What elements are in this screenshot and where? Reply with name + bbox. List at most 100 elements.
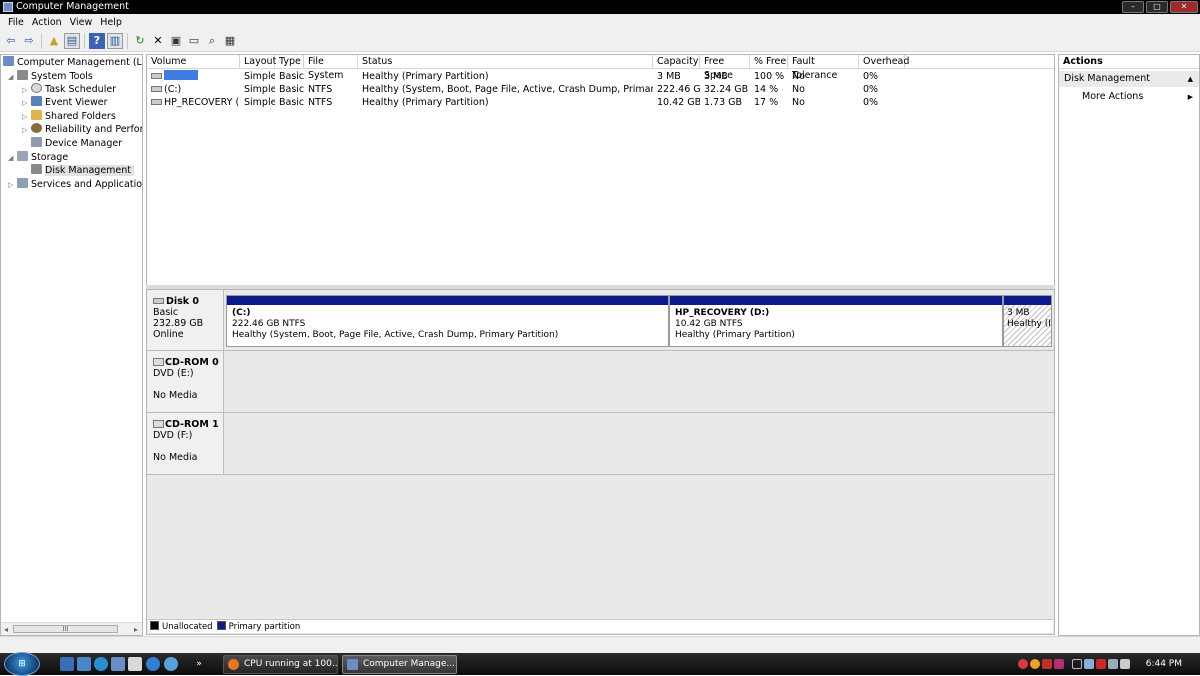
column-free-space[interactable]: Free Space (700, 55, 750, 81)
legend-primary: Primary partition (216, 621, 300, 632)
back-icon[interactable]: ⇦ (3, 33, 19, 49)
table-row[interactable]: HP_RECOVERY (D:) Simple Basic NTFS Healt… (147, 96, 1054, 109)
computer-quicklaunch-icon[interactable] (111, 657, 125, 671)
volume-icon[interactable] (1119, 659, 1130, 669)
open-icon[interactable]: ▭ (186, 33, 202, 49)
column-overhead[interactable]: Overhead (859, 55, 909, 69)
properties-icon[interactable]: ▣ (168, 33, 184, 49)
window-title: Computer Management (16, 1, 129, 12)
tray-app-icon[interactable] (1053, 659, 1064, 669)
show-hide-tree-icon[interactable]: ▤ (64, 32, 80, 49)
collapse-arrow-icon[interactable]: ◢ (8, 71, 17, 84)
menu-file[interactable]: File (4, 17, 28, 28)
clock[interactable]: 6:44 PM (1146, 659, 1182, 669)
delete-icon[interactable]: ✕ (150, 33, 166, 49)
computer-management-icon (3, 2, 13, 12)
disk-0-label[interactable]: Disk 0 Basic 232.89 GB Online (147, 290, 224, 350)
scroll-right-icon[interactable]: ▸ (134, 623, 138, 635)
computer-management-icon (347, 659, 358, 670)
status-bar (0, 636, 1200, 653)
help-icon[interactable]: ? (89, 32, 105, 49)
tree-event-viewer[interactable]: ▷ Event Viewer (22, 96, 108, 109)
search-icon[interactable]: ⌕ (204, 33, 220, 49)
collapse-arrow-icon[interactable]: ◢ (8, 152, 17, 165)
document-quicklaunch-icon[interactable] (128, 657, 142, 671)
cdrom-0-label[interactable]: CD-ROM 0 DVD (E:) No Media (147, 351, 224, 412)
window-title-bar[interactable]: Computer Management – □ ✕ (0, 0, 1200, 14)
app-quicklaunch-icon[interactable] (94, 657, 108, 671)
menu-view[interactable]: View (66, 17, 97, 28)
column-layout[interactable]: Layout (240, 55, 276, 69)
expand-arrow-icon[interactable]: ▷ (8, 179, 17, 192)
tree-horizontal-scrollbar[interactable]: ◂ III ▸ (1, 622, 142, 635)
close-button[interactable]: ✕ (1170, 1, 1198, 13)
firefox-icon (228, 659, 239, 670)
partition-hp-recovery[interactable]: HP_RECOVERY (D:) 10.42 GB NTFS Healthy (… (669, 295, 1003, 347)
tree-task-scheduler[interactable]: ▷ Task Scheduler (22, 83, 116, 96)
cd-drive-icon (153, 420, 164, 428)
expand-arrow-icon[interactable]: ▷ (22, 97, 31, 110)
collapse-up-icon[interactable]: ▲ (1188, 71, 1193, 87)
tree-root[interactable]: Computer Management (Local (3, 56, 142, 69)
column-volume[interactable]: Volume (147, 55, 240, 69)
device-manager-icon (31, 137, 42, 147)
system-tray: 6:44 PM (1017, 653, 1200, 675)
media-quicklaunch-icon[interactable] (164, 657, 178, 671)
notification-icon[interactable] (1029, 659, 1040, 669)
taskbar-button-firefox[interactable]: CPU running at 100... (223, 655, 338, 674)
partition-c[interactable]: (C:) 222.46 GB NTFS Healthy (System, Boo… (226, 295, 669, 347)
tree-device-manager[interactable]: Device Manager (22, 137, 122, 150)
column-type[interactable]: Type (275, 55, 304, 69)
submenu-arrow-icon: ▶ (1187, 93, 1193, 101)
table-row[interactable]: Simple Basic Healthy (Primary Partition)… (147, 70, 1054, 83)
menu-action[interactable]: Action (28, 17, 66, 28)
tray-app-icon[interactable] (1095, 659, 1106, 669)
more-actions[interactable]: More Actions ▶ (1059, 89, 1199, 105)
partition-3mb[interactable]: 3 MB Healthy (I (1003, 295, 1052, 347)
tools-icon (17, 70, 28, 80)
column-fault-tolerance[interactable]: Fault Tolerance (788, 55, 859, 81)
start-button[interactable]: ⊞ (4, 652, 40, 676)
storage-icon (17, 151, 28, 161)
clock-icon (31, 83, 42, 93)
export-icon[interactable]: ▦ (222, 33, 238, 49)
tree-services[interactable]: ▷ Services and Applications (8, 178, 142, 192)
forward-icon[interactable]: ⇨ (21, 33, 37, 49)
tree-system-tools[interactable]: ◢ System Tools (8, 70, 93, 83)
security-alert-icon[interactable] (1017, 659, 1028, 669)
legend: Unallocated Primary partition (148, 619, 1053, 633)
refresh-icon[interactable]: ↻ (132, 33, 148, 49)
internet-explorer-icon[interactable] (146, 657, 160, 671)
column-status[interactable]: Status (358, 55, 653, 69)
tree-shared-folders[interactable]: ▷ Shared Folders (22, 110, 116, 123)
column-file-system[interactable]: File System (304, 55, 358, 81)
column-capacity[interactable]: Capacity (653, 55, 700, 69)
event-viewer-icon (31, 96, 42, 106)
scroll-left-icon[interactable]: ◂ (4, 623, 8, 635)
tree-disk-management[interactable]: Disk Management (22, 164, 135, 177)
network-status-icon[interactable] (1107, 659, 1118, 669)
minimize-button[interactable]: – (1122, 1, 1144, 13)
network-icon[interactable] (1071, 659, 1082, 669)
expand-arrow-icon[interactable]: ▷ (22, 124, 31, 137)
switch-windows-icon[interactable] (77, 657, 91, 671)
display-icon[interactable] (1083, 659, 1094, 669)
maximize-button[interactable]: □ (1146, 1, 1168, 13)
menu-help[interactable]: Help (96, 17, 126, 28)
taskbar-button-computer-management[interactable]: Computer Manage... (342, 655, 457, 674)
quicklaunch-overflow-icon[interactable]: » (194, 657, 204, 671)
table-row[interactable]: (C:) Simple Basic NTFS Healthy (System, … (147, 83, 1054, 96)
tray-app-icon[interactable] (1041, 659, 1052, 669)
up-folder-icon[interactable]: ▲ (46, 33, 62, 49)
show-desktop-icon[interactable] (60, 657, 74, 671)
redacted-volume-name (164, 70, 198, 80)
toolbar: ⇦ ⇨ ▲ ▤ ? ▥ ↻ ✕ ▣ ▭ ⌕ ▦ (0, 30, 1200, 52)
disk-0-state: Online (153, 329, 184, 340)
tree-storage[interactable]: ◢ Storage (8, 151, 68, 164)
actions-disk-management[interactable]: Disk Management ▲ (1059, 71, 1199, 87)
column-percent-free[interactable]: % Free (750, 55, 788, 69)
scroll-thumb[interactable]: III (13, 625, 118, 633)
cdrom-1-label[interactable]: CD-ROM 1 DVD (F:) No Media (147, 413, 224, 474)
properties-view-icon[interactable]: ▥ (107, 32, 123, 49)
tree-reliability[interactable]: ▷Reliability and Performa (22, 123, 142, 137)
